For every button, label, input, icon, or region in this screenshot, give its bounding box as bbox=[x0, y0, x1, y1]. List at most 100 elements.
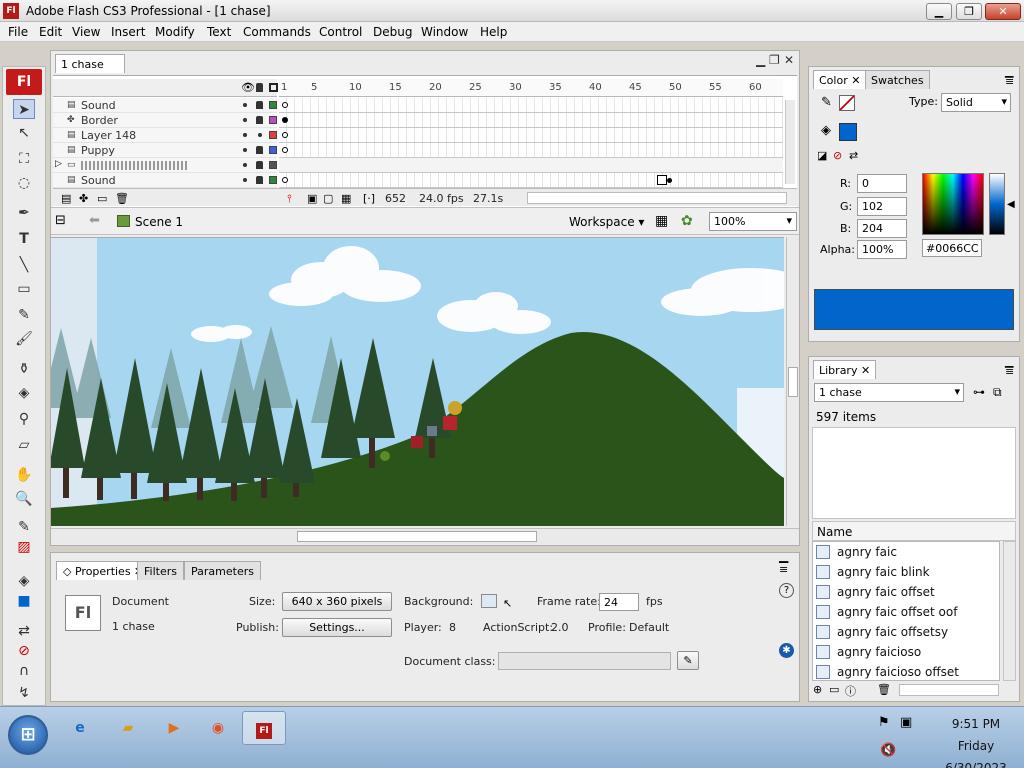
fill-swatch[interactable] bbox=[839, 123, 857, 141]
stroke-swatch[interactable] bbox=[839, 95, 855, 111]
doc-minimize-icon[interactable]: ▁ bbox=[756, 53, 765, 67]
menu-file[interactable]: File bbox=[8, 25, 28, 39]
action-center-flag-icon[interactable]: ⚑ bbox=[878, 715, 890, 730]
menu-text[interactable]: Text bbox=[207, 25, 231, 39]
center-frame-icon[interactable]: ⫯ bbox=[287, 192, 292, 206]
list-item[interactable]: agnry faicioso offset bbox=[813, 662, 999, 680]
menu-modify[interactable]: Modify bbox=[155, 25, 195, 39]
maximize-button[interactable]: ❐ bbox=[956, 3, 982, 20]
stroke-color-icon[interactable]: ✎ bbox=[13, 517, 35, 537]
zoom-tool-icon[interactable]: 🔍 bbox=[13, 489, 35, 509]
visibility-dot[interactable] bbox=[243, 148, 247, 152]
menu-insert[interactable]: Insert bbox=[111, 25, 145, 39]
stage[interactable] bbox=[51, 237, 784, 526]
menu-window[interactable]: Window bbox=[421, 25, 468, 39]
subselection-tool-icon[interactable]: ↖ bbox=[13, 123, 35, 143]
selection-tool-icon[interactable]: ➤ bbox=[13, 99, 35, 119]
default-colors-icon[interactable]: ◪ bbox=[817, 149, 827, 162]
onion-skin-icon[interactable]: ▣ bbox=[307, 192, 317, 205]
edit-symbols-icon[interactable]: ✿ bbox=[681, 213, 693, 229]
fill-bucket-icon[interactable]: ◈ bbox=[821, 123, 831, 138]
no-color-icon[interactable]: ⊘ bbox=[13, 641, 35, 661]
background-color-swatch[interactable] bbox=[481, 594, 497, 608]
brightness-arrow-icon[interactable]: ◀ bbox=[1007, 199, 1015, 210]
end-frame-marker[interactable] bbox=[657, 175, 667, 185]
no-color-icon[interactable]: ⊘ bbox=[833, 149, 842, 162]
add-guide-icon[interactable]: ✤ bbox=[79, 192, 88, 205]
list-item[interactable]: agnry faicioso bbox=[813, 642, 999, 662]
stroke-color-icon[interactable]: ✎ bbox=[821, 95, 832, 110]
layer-row[interactable]: ▤ Puppy bbox=[53, 143, 277, 158]
layer-row[interactable]: ▤ Sound bbox=[53, 98, 277, 113]
list-item[interactable]: agnry faic bbox=[813, 542, 999, 562]
rectangle-tool-icon[interactable]: ▭ bbox=[13, 279, 35, 299]
new-library-icon[interactable]: ⧉ bbox=[993, 385, 1002, 400]
menu-control[interactable]: Control bbox=[319, 25, 362, 39]
internet-explorer-icon[interactable]: e bbox=[58, 711, 102, 745]
lock-icon[interactable] bbox=[256, 116, 263, 124]
stage-vertical-scrollbar[interactable] bbox=[786, 237, 799, 526]
menu-view[interactable]: View bbox=[72, 25, 100, 39]
visibility-dot[interactable] bbox=[243, 118, 247, 122]
menu-edit[interactable]: Edit bbox=[39, 25, 62, 39]
tab-color[interactable]: Color ✕ bbox=[813, 70, 867, 89]
layer-color-swatch[interactable] bbox=[269, 161, 277, 169]
list-item[interactable]: agnry faic offset oof bbox=[813, 602, 999, 622]
layer-color-swatch[interactable] bbox=[269, 116, 277, 124]
menu-debug[interactable]: Debug bbox=[373, 25, 412, 39]
edit-multiple-frames-icon[interactable]: ▦ bbox=[341, 192, 351, 205]
brightness-slider[interactable] bbox=[989, 173, 1005, 235]
hand-tool-icon[interactable]: ✋ bbox=[13, 465, 35, 485]
new-symbol-icon[interactable]: ⊕ bbox=[813, 683, 822, 696]
brush-tool-icon[interactable]: 🖌 bbox=[13, 329, 35, 349]
settings-button[interactable]: Settings... bbox=[282, 618, 392, 637]
minimize-button[interactable]: ▁ bbox=[926, 3, 952, 20]
color-spectrum[interactable] bbox=[922, 173, 984, 235]
text-tool-icon[interactable]: T bbox=[13, 229, 35, 249]
snap-magnet-icon[interactable]: ∩ bbox=[13, 661, 35, 681]
framerate-input[interactable]: 24 bbox=[599, 593, 639, 611]
panel-collapse-icon[interactable]: ▁ bbox=[779, 549, 788, 563]
edit-scene-icon[interactable]: ▦ bbox=[655, 213, 668, 229]
stroke-swatch-icon[interactable]: ▨ bbox=[13, 537, 35, 557]
line-tool-icon[interactable]: ╲ bbox=[13, 255, 35, 275]
layer-row[interactable]: ▤ Sound bbox=[53, 173, 277, 188]
ink-bottle-tool-icon[interactable]: ⚱ bbox=[13, 359, 35, 379]
outline-icon[interactable] bbox=[269, 83, 278, 92]
size-button[interactable]: 640 x 360 pixels bbox=[282, 592, 392, 611]
fill-bucket-icon[interactable]: ◈ bbox=[13, 571, 35, 591]
tab-swatches[interactable]: Swatches bbox=[865, 70, 930, 89]
frame-row[interactable] bbox=[279, 113, 783, 128]
layer-folder-row[interactable]: ▷ ▭ bbox=[53, 158, 277, 173]
tab-parameters[interactable]: Parameters bbox=[184, 561, 261, 580]
list-item[interactable]: agnry faic offsetsy bbox=[813, 622, 999, 642]
swap-colors-icon[interactable]: ⇄ bbox=[849, 149, 858, 162]
close-button[interactable]: ✕ bbox=[985, 3, 1021, 20]
workspace-menu[interactable]: Workspace ▾ bbox=[569, 215, 644, 229]
panel-menu-icon[interactable]: ≡ bbox=[1005, 365, 1014, 378]
menu-commands[interactable]: Commands bbox=[243, 25, 311, 39]
delete-layer-icon[interactable]: 🗑 bbox=[115, 192, 129, 205]
fill-swatch-icon[interactable]: ■ bbox=[13, 591, 35, 611]
tab-library[interactable]: Library ✕ bbox=[813, 360, 877, 379]
empty-keyframe[interactable] bbox=[282, 147, 288, 153]
file-explorer-icon[interactable]: ▰ bbox=[106, 711, 150, 745]
start-button[interactable]: ⊞ bbox=[8, 715, 48, 755]
lock-icon[interactable] bbox=[256, 161, 263, 169]
lock-icon[interactable] bbox=[256, 146, 263, 154]
document-class-input[interactable] bbox=[498, 652, 671, 670]
properties-icon[interactable]: ⓘ bbox=[845, 683, 856, 699]
document-tab[interactable]: 1 chase bbox=[55, 54, 125, 73]
add-layer-icon[interactable]: ▤ bbox=[61, 192, 71, 205]
expand-arrow-icon[interactable]: ▷ bbox=[55, 159, 62, 169]
layer-row[interactable]: ▤ Layer 148 bbox=[53, 128, 277, 143]
lasso-tool-icon[interactable]: ◌ bbox=[13, 173, 35, 193]
vertical-scroll-thumb[interactable] bbox=[788, 367, 798, 397]
library-vertical-scrollbar[interactable] bbox=[1003, 541, 1016, 681]
media-player-icon[interactable]: ▶ bbox=[152, 711, 196, 745]
swap-colors-icon[interactable]: ⇄ bbox=[13, 621, 35, 641]
eraser-tool-icon[interactable]: ▱ bbox=[13, 435, 35, 455]
timeline-toggle-icon[interactable]: ⊟ bbox=[55, 213, 66, 228]
stage-horizontal-scrollbar[interactable] bbox=[51, 528, 799, 544]
smooth-icon[interactable]: ↯ bbox=[13, 683, 35, 703]
